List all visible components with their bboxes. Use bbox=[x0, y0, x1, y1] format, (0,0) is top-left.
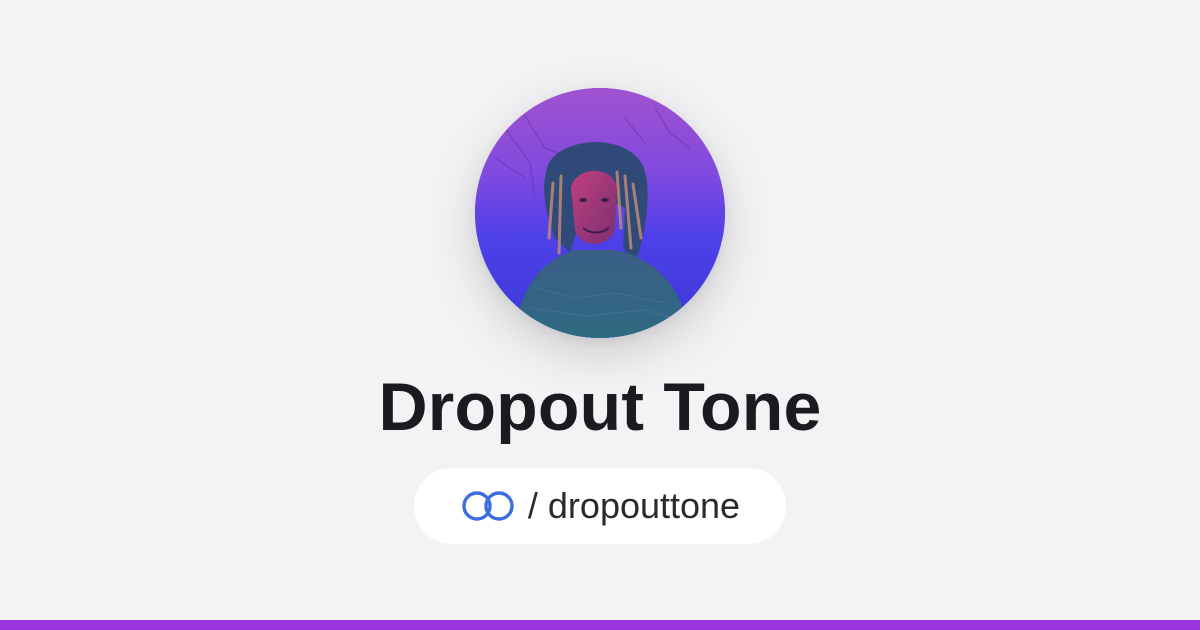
profile-photo bbox=[475, 88, 725, 338]
profile-link-button[interactable]: / dropouttone bbox=[414, 468, 786, 544]
avatar bbox=[475, 88, 725, 338]
linked-rings-icon bbox=[462, 491, 514, 521]
profile-handle: / dropouttone bbox=[527, 485, 741, 526]
profile-card: Dropout Tone / dropouttone bbox=[0, 0, 1200, 620]
display-name: Dropout Tone bbox=[378, 369, 822, 445]
bottom-accent-bar bbox=[0, 620, 1200, 630]
